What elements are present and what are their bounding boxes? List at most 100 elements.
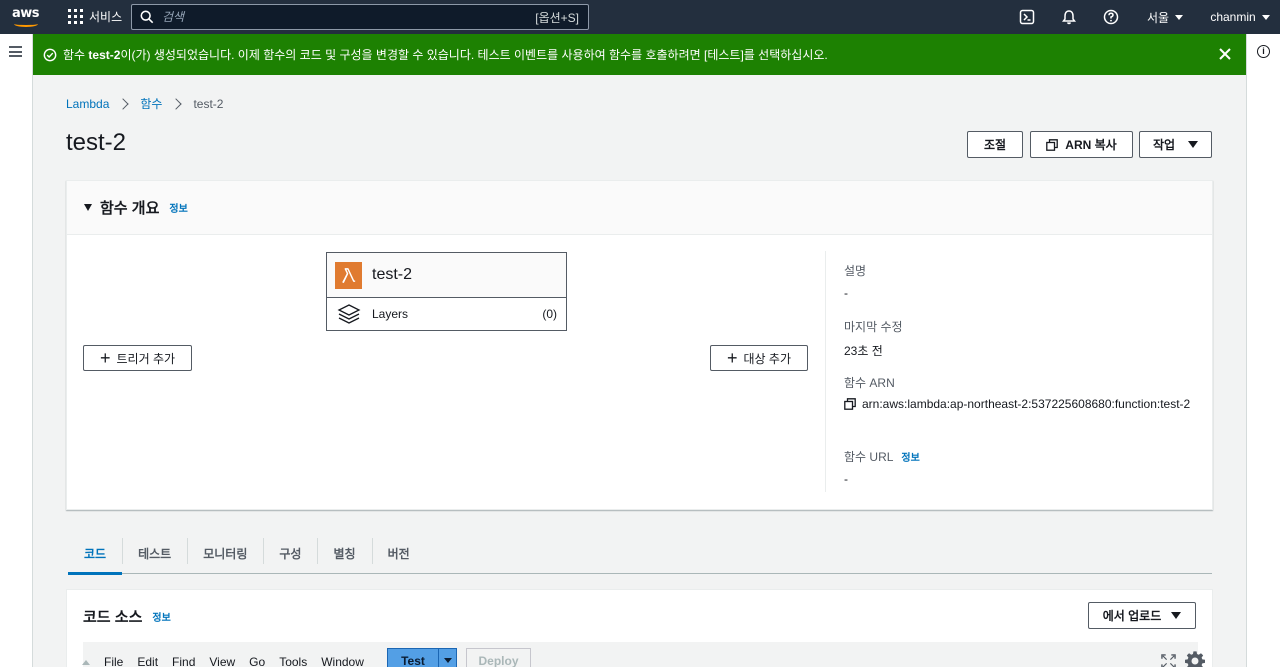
layers-icon	[337, 304, 361, 324]
deploy-button[interactable]: Deploy	[466, 648, 531, 667]
copy-arn-button[interactable]: ARN 복사	[1030, 131, 1133, 158]
add-trigger-label: 트리거 추가	[116, 351, 176, 366]
user-label: chanmin	[1210, 10, 1256, 24]
code-source-header: 코드 소스 정보	[83, 606, 171, 627]
right-rail: i	[1246, 34, 1280, 667]
cloudshell-button[interactable]	[1006, 0, 1048, 34]
test-dropdown-button[interactable]	[438, 649, 456, 667]
services-label: 서비스	[89, 10, 123, 24]
function-arn-field: 함수 ARN arn:aws:lambda:ap-northeast-2:537…	[844, 374, 1204, 413]
account-menu[interactable]: chanmin	[1200, 0, 1280, 34]
test-button[interactable]: Test	[387, 648, 457, 667]
function-overview-header[interactable]: 함수 개요 정보	[67, 181, 1212, 235]
function-overview-panel: 함수 개요 정보 test-2 Layers (0) + 트리거 추가 + 대상 추…	[66, 180, 1213, 510]
last-modified-value: 23초 전	[844, 344, 883, 358]
tab-monitoring[interactable]: 모니터링	[187, 532, 263, 574]
region-selector[interactable]: 서울	[1140, 0, 1190, 34]
grid-icon	[68, 9, 83, 24]
last-modified-label: 마지막 수정	[844, 320, 903, 334]
layers-row[interactable]: Layers (0)	[327, 298, 566, 330]
actions-button[interactable]: 작업	[1139, 131, 1212, 158]
page-title: test-2	[66, 129, 127, 156]
info-link[interactable]: 정보	[169, 200, 187, 215]
aws-smile-icon	[14, 21, 38, 27]
collapse-up-icon[interactable]	[82, 659, 90, 665]
left-rail	[0, 34, 33, 667]
upload-from-button[interactable]: 에서 업로드	[1088, 602, 1196, 629]
tab-code[interactable]: 코드	[68, 532, 123, 575]
add-destination-button[interactable]: + 대상 추가	[710, 345, 808, 371]
flash-message: 함수 test-2이(가) 생성되었습니다. 이제 함수의 코드 및 구성을 변…	[63, 46, 828, 63]
caret-down-icon	[84, 204, 92, 211]
function-arn-value: arn:aws:lambda:ap-northeast-2:5372256086…	[862, 397, 1191, 411]
help-button[interactable]	[1090, 0, 1132, 34]
top-navigation: aws 서비스 [옵션+S] 서울 chanmin	[0, 0, 1280, 34]
caret-down-icon	[443, 658, 452, 663]
menu-icon[interactable]	[9, 46, 22, 57]
menu-edit[interactable]: Edit	[137, 655, 158, 667]
tab-versions[interactable]: 버전	[371, 532, 426, 574]
throttle-button[interactable]: 조절	[967, 131, 1023, 158]
function-node-header: test-2	[327, 253, 566, 298]
function-node: test-2 Layers (0)	[326, 252, 567, 331]
plus-icon: +	[99, 348, 111, 368]
function-node-name: test-2	[372, 266, 413, 283]
function-url-field: 함수 URL 정보 -	[844, 448, 920, 486]
cloudshell-icon	[1019, 9, 1035, 25]
fullscreen-icon[interactable]	[1161, 654, 1176, 667]
copy-icon[interactable]	[844, 398, 856, 410]
breadcrumb: Lambda 함수 test-2	[66, 95, 223, 112]
tab-aliases[interactable]: 별칭	[317, 532, 371, 574]
breadcrumb-functions[interactable]: 함수	[140, 95, 162, 112]
menu-find[interactable]: Find	[172, 655, 195, 667]
info-panel-icon[interactable]: i	[1257, 45, 1270, 58]
flash-prefix: 함수	[63, 48, 89, 62]
notifications-button[interactable]	[1048, 0, 1090, 34]
function-arn-value-row: arn:aws:lambda:ap-northeast-2:5372256086…	[844, 395, 1204, 413]
description-field: 설명 -	[844, 262, 866, 300]
add-trigger-button[interactable]: + 트리거 추가	[83, 345, 192, 371]
menu-window[interactable]: Window	[321, 655, 364, 667]
tab-test[interactable]: 테스트	[122, 532, 187, 574]
caret-down-icon	[1188, 141, 1199, 148]
aws-logo-text: aws	[12, 6, 40, 21]
search-bar[interactable]: [옵션+S]	[131, 4, 589, 30]
test-button-label: Test	[401, 653, 425, 667]
function-tabs: 코드 테스트 모니터링 구성 별칭 버전	[68, 532, 1212, 575]
menu-file[interactable]: File	[104, 655, 123, 667]
code-source-panel: 코드 소스 정보 에서 업로드 File Edit Find View Go T…	[66, 589, 1213, 667]
flash-text: 이(가) 생성되었습니다. 이제 함수의 코드 및 구성을 변경할 수 있습니다…	[120, 48, 828, 62]
tab-configuration[interactable]: 구성	[263, 532, 317, 574]
function-url-info-link[interactable]: 정보	[901, 453, 919, 464]
menu-tools[interactable]: Tools	[279, 655, 307, 667]
function-url-label: 함수 URL	[844, 450, 894, 464]
region-label: 서울	[1146, 10, 1170, 25]
search-icon	[140, 10, 154, 24]
last-modified-field: 마지막 수정 23초 전	[844, 318, 903, 359]
vertical-divider	[825, 251, 826, 492]
chevron-down-icon	[1175, 14, 1184, 20]
search-input[interactable]	[162, 10, 522, 24]
check-circle-icon	[43, 48, 57, 61]
function-arn-label: 함수 ARN	[844, 376, 895, 390]
function-overview-title: 함수 개요	[100, 200, 160, 217]
lambda-icon	[335, 261, 362, 289]
upload-from-label: 에서 업로드	[1102, 609, 1162, 623]
copy-icon	[1046, 138, 1059, 151]
bell-icon	[1062, 10, 1076, 25]
breadcrumb-lambda[interactable]: Lambda	[66, 97, 109, 111]
chevron-right-icon	[170, 97, 183, 110]
flash-function-name: test-2	[88, 48, 121, 62]
success-flashbar: 함수 test-2이(가) 생성되었습니다. 이제 함수의 코드 및 구성을 변…	[33, 34, 1246, 75]
services-menu-button[interactable]: 서비스	[68, 8, 122, 25]
aws-logo[interactable]: aws	[12, 6, 42, 28]
gear-icon[interactable]	[1184, 650, 1206, 667]
info-link[interactable]: 정보	[152, 609, 170, 624]
close-icon[interactable]	[1218, 47, 1232, 61]
layers-count: (0)	[542, 307, 557, 321]
menu-go[interactable]: Go	[249, 655, 265, 667]
breadcrumb-current: test-2	[193, 96, 224, 111]
add-destination-label: 대상 추가	[743, 351, 792, 366]
menu-view[interactable]: View	[209, 655, 235, 667]
copy-arn-label: ARN 복사	[1065, 138, 1117, 152]
